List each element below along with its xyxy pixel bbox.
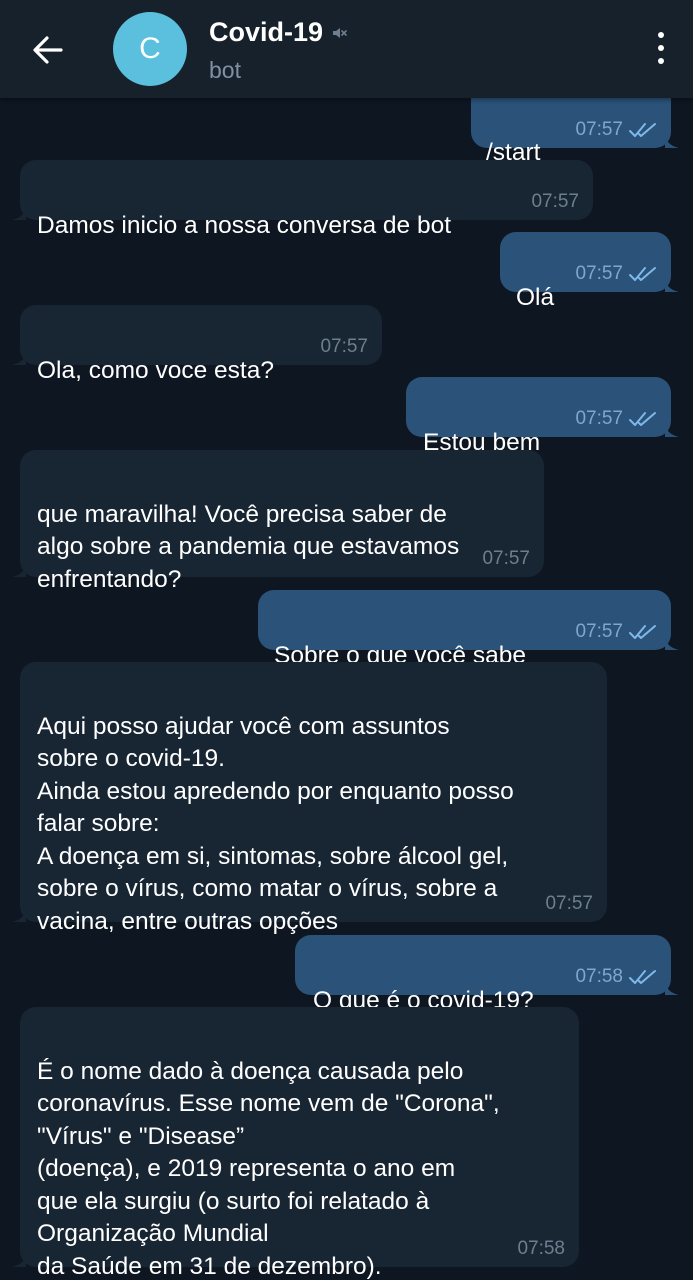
message-time: 07:57 <box>575 408 623 429</box>
message-time: 07:58 <box>575 966 623 987</box>
chat-history[interactable]: /start 07:57 Damos inicio a nossa conver… <box>0 0 693 1280</box>
chat-title[interactable]: Covid-19 <box>209 17 347 48</box>
incoming-message[interactable]: É o nome dado à doença causada pelo coro… <box>12 1007 579 1280</box>
bubble-tail <box>665 634 679 650</box>
chat-header: C Covid-19 bot <box>0 0 693 98</box>
message-meta: 07:57 <box>575 409 657 429</box>
muted-speaker-icon <box>333 27 347 38</box>
bubble-tail <box>665 979 679 995</box>
avatar[interactable]: C <box>113 12 187 86</box>
bubble-tail <box>665 276 679 292</box>
outgoing-message[interactable]: Sobre o que você sabe 07:57 <box>258 590 679 669</box>
message-meta: 07:57 <box>482 549 530 569</box>
bubble-tail <box>12 906 26 922</box>
bubble-tail <box>12 1251 26 1267</box>
outgoing-message[interactable]: Estou bem 07:57 <box>406 377 679 456</box>
outgoing-message[interactable]: O que é o covid-19? 07:58 <box>295 935 679 1014</box>
avatar-letter: C <box>139 32 161 65</box>
bubble-tail <box>12 561 26 577</box>
incoming-message[interactable]: Damos inicio a nossa conversa de bot 07:… <box>12 160 593 239</box>
incoming-message[interactable]: Ola, como voce esta? 07:57 <box>12 305 382 384</box>
message-time: 07:57 <box>320 336 368 357</box>
bubble-tail <box>665 132 679 148</box>
menu-dot <box>658 58 664 64</box>
message-text: Aqui posso ajudar você com assuntos sobr… <box>37 712 514 935</box>
message-time: 07:57 <box>482 548 530 569</box>
message-text: É o nome dado à doença causada pelo coro… <box>37 1057 500 1280</box>
bubble-tail <box>12 349 26 365</box>
message-meta: 07:57 <box>531 192 579 212</box>
message-time: 07:58 <box>517 1238 565 1259</box>
more-menu-button[interactable] <box>651 28 671 68</box>
message-meta: 07:58 <box>575 967 657 987</box>
double-check-icon <box>629 123 656 137</box>
message-meta: 07:57 <box>575 264 657 284</box>
bubble-tail <box>665 421 679 437</box>
message-time: 07:57 <box>575 263 623 284</box>
outgoing-message[interactable]: /start 07:57 <box>471 94 679 166</box>
double-check-icon <box>629 970 656 984</box>
menu-dot <box>658 32 664 38</box>
double-check-icon <box>629 412 656 426</box>
double-check-icon <box>629 625 656 639</box>
message-text: Ola, como voce esta? <box>37 356 274 384</box>
arrow-left-icon <box>33 36 63 64</box>
message-meta: 07:57 <box>575 622 657 642</box>
menu-dot <box>658 45 664 51</box>
message-text: Olá <box>516 283 555 311</box>
chat-title-text: Covid-19 <box>209 17 324 47</box>
message-time: 07:57 <box>575 119 623 140</box>
incoming-message[interactable]: que maravilha! Você precisa saber de alg… <box>12 450 544 593</box>
incoming-message[interactable]: Aqui posso ajudar você com assuntos sobr… <box>12 662 607 935</box>
message-meta: 07:57 <box>320 337 368 357</box>
outgoing-message[interactable]: Olá 07:57 <box>500 232 679 311</box>
message-meta: 07:57 <box>545 894 593 914</box>
message-time: 07:57 <box>545 893 593 914</box>
message-time: 07:57 <box>575 621 623 642</box>
message-meta: 07:57 <box>575 120 657 140</box>
chat-subtitle: bot <box>209 57 241 83</box>
double-check-icon <box>629 267 656 281</box>
message-meta: 07:58 <box>517 1239 565 1259</box>
message-text: que maravilha! Você precisa saber de alg… <box>37 500 460 593</box>
back-button[interactable] <box>20 24 76 76</box>
message-time: 07:57 <box>531 191 579 212</box>
bubble-tail <box>12 204 26 220</box>
